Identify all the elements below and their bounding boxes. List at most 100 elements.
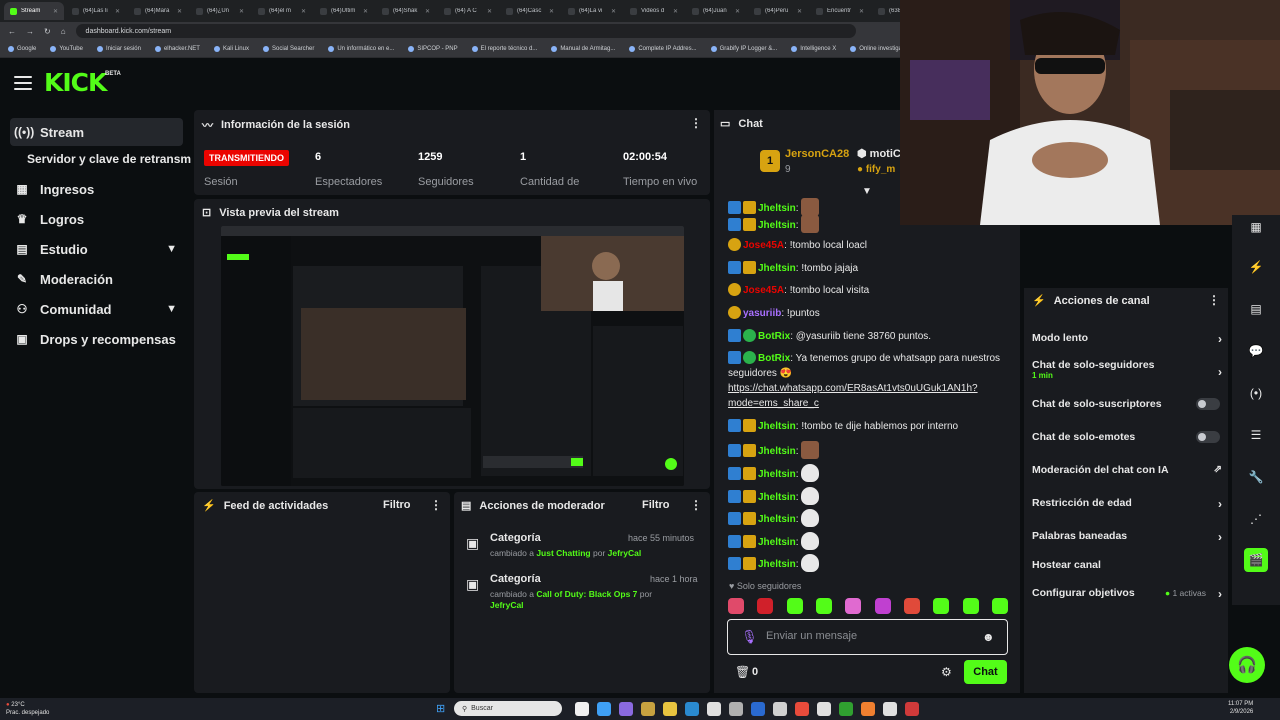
browser-tab[interactable]: (64)Casc ✕ — [500, 2, 560, 20]
back-icon[interactable]: ← — [8, 27, 16, 36]
toggle-switch[interactable] — [1196, 398, 1220, 410]
browser-tab[interactable]: (64)Peru ✕ — [748, 2, 808, 20]
chat-send-button[interactable]: Chat — [964, 660, 1007, 684]
browser-tab[interactable]: (64)el m ✕ — [252, 2, 312, 20]
chat-username[interactable]: Jose45A — [743, 240, 784, 251]
channel-action-row[interactable]: Chat de solo-seguidores 1 min › — [1032, 359, 1222, 380]
activity-filter-button[interactable]: Filtro — [383, 499, 411, 511]
emote-icon[interactable] — [757, 598, 774, 614]
browser-tab[interactable]: (64)Ultim ✕ — [314, 2, 374, 20]
close-icon[interactable]: ✕ — [115, 8, 120, 15]
taskbar-app-icon[interactable] — [751, 702, 765, 716]
taskbar-app-icon[interactable] — [685, 702, 699, 716]
home-icon[interactable]: ⌂ — [61, 27, 66, 36]
chat-username[interactable]: Jheltsin — [758, 263, 796, 274]
close-icon[interactable]: ✕ — [363, 8, 368, 15]
taskbar-app-icon[interactable] — [861, 702, 875, 716]
bookmark[interactable]: SIPCOP - PNP — [408, 45, 458, 52]
chat-username[interactable]: Jheltsin — [758, 537, 796, 548]
calendar-icon[interactable]: ▦ — [1244, 215, 1268, 239]
taskbar-app-icon[interactable] — [883, 702, 897, 716]
sidebar-item-drops[interactable]: ▣ Drops y recompensas — [10, 325, 183, 353]
weather-widget[interactable]: ● 23°C Prac. despejado — [6, 701, 49, 717]
close-icon[interactable]: ✕ — [425, 8, 430, 15]
menu-icon[interactable] — [14, 76, 32, 90]
taskbar-app-icon[interactable] — [839, 702, 853, 716]
session-menu-icon[interactable]: ⋮ — [690, 116, 702, 130]
taskbar-app-icon[interactable] — [619, 702, 633, 716]
chat-username[interactable]: Jheltsin — [758, 446, 796, 457]
browser-tab[interactable]: Stream ✕ — [4, 2, 64, 20]
browser-tab[interactable]: (64)¿Un ✕ — [190, 2, 250, 20]
channel-action-row[interactable]: Modo lento › — [1032, 332, 1222, 346]
taskbar-app-icon[interactable] — [597, 702, 611, 716]
chat-username[interactable]: BotRix — [758, 353, 790, 364]
chat-username[interactable]: Jheltsin — [758, 559, 796, 570]
chat-username[interactable]: Jheltsin — [758, 203, 796, 214]
bookmark[interactable]: Manual de Armitag... — [551, 45, 615, 52]
sidebar-item-comunidad[interactable]: ⚇ Comunidad ▼ — [10, 295, 183, 323]
chat-input-placeholder[interactable]: Enviar un mensaje — [766, 630, 857, 642]
layout-icon[interactable]: ☰ — [1244, 423, 1268, 447]
browser-tab[interactable]: (64) A C ✕ — [438, 2, 498, 20]
bookmark[interactable]: Google — [8, 45, 36, 52]
bookmark[interactable]: Complete IP Addres... — [629, 45, 697, 52]
taskbar-search[interactable]: ⚲ Buscar — [454, 701, 562, 716]
category-link[interactable]: Call of Duty: Black Ops 7 — [536, 589, 637, 599]
bookmark[interactable]: Grabify IP Logger &... — [710, 45, 777, 52]
url-field[interactable]: dashboard.kick.com/stream — [75, 24, 856, 38]
mod-menu-icon[interactable]: ⋮ — [690, 498, 702, 512]
taskbar-app-icon[interactable] — [707, 702, 721, 716]
clock[interactable]: 11:07 PM 2/9/2026 — [1228, 700, 1253, 716]
chat-username[interactable]: Jheltsin — [758, 492, 796, 503]
wrench-icon[interactable]: 🔧 — [1244, 465, 1268, 489]
taskbar-app-icon[interactable] — [641, 702, 655, 716]
sidebar-item-ingresos[interactable]: ▦ Ingresos — [10, 175, 183, 203]
chat-link[interactable]: https://chat.whatsapp.com/ER8asAt1vts0uU… — [728, 383, 978, 409]
channel-action-row[interactable]: Configurar objetivos ● 1 activas › — [1032, 587, 1222, 601]
emoji-icon[interactable]: ☻ — [982, 630, 995, 644]
close-icon[interactable]: ✕ — [735, 8, 740, 15]
close-icon[interactable]: ✕ — [53, 8, 58, 15]
channel-action-row[interactable]: Chat de solo-suscriptores — [1032, 398, 1222, 410]
bookmark[interactable]: Social Searcher — [262, 45, 314, 52]
emote-icon[interactable] — [933, 598, 950, 614]
bookmark[interactable]: El reporte técnico d... — [471, 45, 537, 52]
reload-icon[interactable]: ↻ — [44, 27, 51, 36]
emote-icon[interactable] — [815, 598, 832, 614]
taskbar-app-icon[interactable] — [795, 702, 809, 716]
user-link[interactable]: JefryCal — [490, 600, 524, 610]
mod-filter-button[interactable]: Filtro — [642, 499, 670, 511]
chat-username[interactable]: BotRix — [758, 331, 790, 342]
channel-action-row[interactable]: Chat de solo-emotes — [1032, 431, 1222, 443]
chat-username[interactable]: Jose45A — [743, 285, 784, 296]
sidebar-item-estudio[interactable]: ▤ Estudio ▼ — [10, 235, 183, 263]
taskbar-app-icon[interactable] — [817, 702, 831, 716]
browser-tab[interactable]: (64)Mara ✕ — [128, 2, 188, 20]
sidebar-item-stream[interactable]: ((•)) Stream — [10, 118, 183, 146]
channel-action-row[interactable]: Restricción de edad › — [1032, 497, 1222, 511]
browser-tab[interactable]: Videos d ✕ — [624, 2, 684, 20]
close-icon[interactable]: ✕ — [611, 8, 616, 15]
chat-username[interactable]: yasuriib — [743, 308, 781, 319]
close-icon[interactable]: ✕ — [177, 8, 182, 15]
browser-tab[interactable]: (64)La vi ✕ — [562, 2, 622, 20]
bookmark[interactable]: Iniciar sesión — [96, 45, 141, 52]
bookmark[interactable]: Kali Linux — [213, 45, 249, 52]
forward-icon[interactable]: → — [26, 27, 34, 36]
taskbar-app-icon[interactable] — [663, 702, 677, 716]
close-icon[interactable]: ✕ — [239, 8, 244, 15]
bookmark[interactable]: YouTube — [50, 45, 83, 52]
lightning-icon[interactable]: ⚡ — [1244, 255, 1268, 279]
taskbar-app-icon[interactable] — [575, 702, 589, 716]
bookmark[interactable]: elhacker.NET — [154, 45, 200, 52]
emote-icon[interactable] — [786, 598, 803, 614]
chat-bubble-icon[interactable]: 💬 — [1244, 339, 1268, 363]
taskbar-app-icon[interactable] — [905, 702, 919, 716]
emote-icon[interactable] — [991, 598, 1008, 614]
emote-icon[interactable] — [845, 598, 862, 614]
support-headset-icon[interactable]: 🎧 — [1229, 647, 1265, 683]
channel-action-row[interactable]: Moderación del chat con IA ⇗ — [1032, 464, 1222, 476]
channel-action-row[interactable]: Palabras baneadas › — [1032, 530, 1222, 544]
toggle-switch[interactable] — [1196, 431, 1220, 443]
